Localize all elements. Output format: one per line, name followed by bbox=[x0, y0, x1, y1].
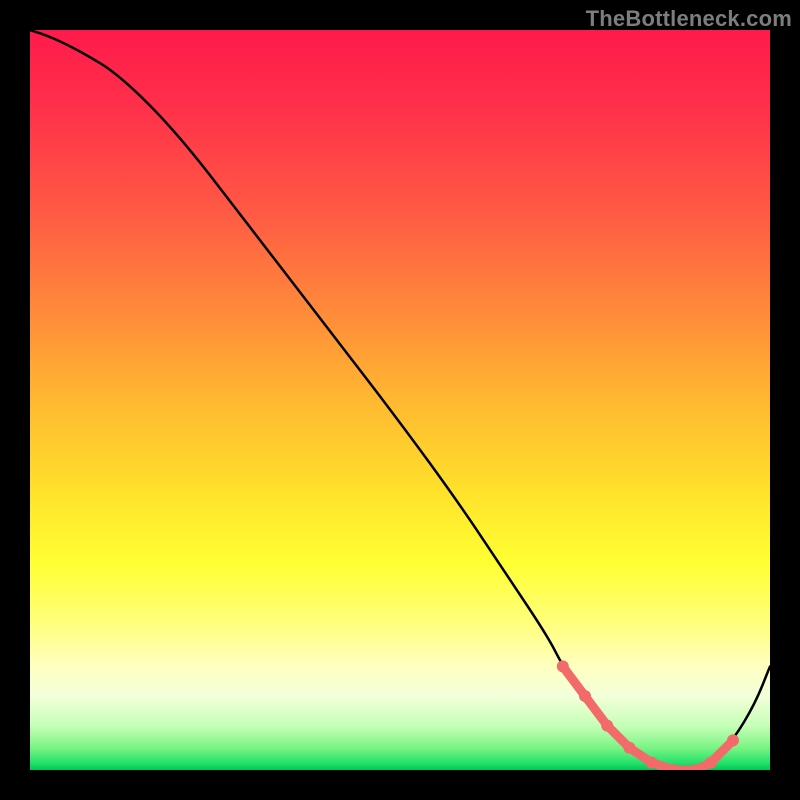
accent-segment bbox=[563, 666, 733, 770]
accent-dot bbox=[705, 757, 717, 769]
watermark-text: TheBottleneck.com bbox=[586, 6, 792, 32]
main-curve bbox=[30, 30, 770, 770]
chart-frame: TheBottleneck.com bbox=[0, 0, 800, 800]
accent-dot bbox=[646, 757, 658, 769]
accent-dot bbox=[601, 720, 613, 732]
plot-area bbox=[30, 30, 770, 770]
accent-dot bbox=[623, 742, 635, 754]
accent-dot bbox=[557, 660, 569, 672]
accent-dot bbox=[579, 690, 591, 702]
accent-dot bbox=[727, 734, 739, 746]
accent-dots bbox=[557, 660, 739, 770]
curve-svg bbox=[30, 30, 770, 770]
